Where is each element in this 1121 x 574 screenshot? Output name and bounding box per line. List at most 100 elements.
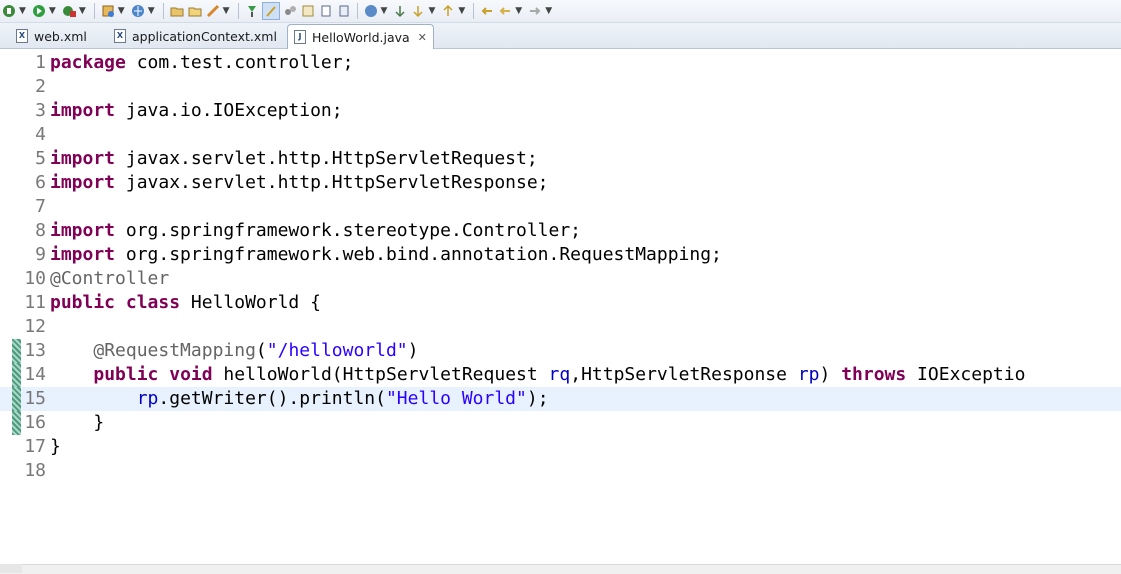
code-line[interactable]: 6 import javax.servlet.http.HttpServletRe… [0, 171, 1121, 195]
code-text: import org.springframework.web.bind.anno… [50, 243, 722, 267]
annotations-icon[interactable] [261, 2, 280, 20]
code-line[interactable]: 9 import org.springframework.web.bind.ann… [0, 243, 1121, 267]
keyword-token: public [93, 364, 159, 385]
code-line[interactable]: 8 import org.springframework.stereotype.C… [0, 219, 1121, 243]
code-line[interactable]: 14 public void helloWorld(HttpServletReq… [0, 363, 1121, 387]
code-token: } [50, 436, 61, 457]
back-icon[interactable] [497, 3, 513, 19]
code-line[interactable]: 7 [0, 195, 1121, 219]
code-line[interactable]: 18 [0, 459, 1121, 483]
keyword-token: import [50, 148, 116, 169]
code-text: import java.io.IOException; [50, 99, 343, 123]
debug-icon[interactable] [1, 3, 17, 19]
chevron-down-icon[interactable]: ▼ [19, 6, 26, 16]
new-server-icon[interactable] [100, 3, 116, 19]
last-edit-location-icon[interactable] [479, 3, 495, 19]
line-number: 6 [35, 172, 46, 193]
code-line[interactable]: 5 import javax.servlet.http.HttpServletRe… [0, 147, 1121, 171]
chevron-down-icon[interactable]: ▼ [148, 6, 155, 16]
mark-occurrences-icon[interactable] [282, 3, 298, 19]
chevron-down-icon[interactable]: ▼ [49, 6, 56, 16]
tab-web-xml[interactable]: X web.xml [16, 25, 87, 47]
line-number: 18 [24, 460, 46, 481]
code-line[interactable]: 11 public class HelloWorld { [0, 291, 1121, 315]
annotation-token: @Controller [50, 268, 170, 289]
line-number: 3 [35, 100, 46, 121]
external-tools-icon[interactable] [61, 3, 77, 19]
show-whitespace-icon[interactable] [300, 3, 316, 19]
code-line[interactable]: 3 import java.io.IOException; [0, 99, 1121, 123]
keyword-token: import [50, 244, 116, 265]
code-token: ); [526, 388, 549, 409]
open-type-icon[interactable] [169, 3, 185, 19]
xml-file-icon: X [114, 29, 126, 43]
code-text: public void helloWorld(HttpServletReques… [50, 363, 1025, 387]
code-line[interactable]: 12 [0, 315, 1121, 339]
close-icon[interactable]: ✕ [418, 31, 427, 44]
code-line[interactable]: 13 @RequestMapping("/helloworld") [0, 339, 1121, 363]
forward-icon[interactable] [527, 3, 543, 19]
code-token: com.test.controller; [125, 52, 354, 73]
code-line[interactable]: 17} [0, 435, 1121, 459]
keyword-token: public [50, 292, 116, 313]
quick-diff-marker[interactable] [12, 339, 21, 363]
code-line[interactable]: 4 [0, 123, 1121, 147]
quick-diff-marker[interactable] [12, 363, 21, 387]
code-editor[interactable]: 1 package com.test.controller; 2 3 import ja… [0, 49, 1121, 564]
code-text: @RequestMapping("/helloworld") [50, 339, 418, 363]
code-line[interactable]: 10 @Controller [0, 267, 1121, 291]
line-number: 9 [35, 244, 46, 265]
line-number: 12 [24, 316, 46, 337]
toolbar-separator [473, 3, 475, 19]
chevron-down-icon[interactable]: ▼ [428, 6, 435, 16]
code-line[interactable]: 15 rp.getWriter().println("Hello World")… [0, 387, 1121, 411]
code-token: ) [819, 364, 842, 385]
line-number: 1 [35, 52, 46, 73]
search-icon[interactable] [205, 3, 221, 19]
open-task-icon[interactable] [187, 3, 203, 19]
tab-helloworld-java[interactable]: J HelloWorld.java ✕ [287, 24, 434, 49]
paragraph-icon[interactable] [336, 3, 352, 19]
code-line[interactable]: 1 package com.test.controller; [0, 51, 1121, 75]
code-text: rp.getWriter().println("Hello World"); [50, 387, 549, 411]
chevron-down-icon[interactable]: ▼ [118, 6, 125, 16]
line-number: 11 [24, 292, 46, 313]
tab-label: HelloWorld.java [312, 29, 410, 45]
chevron-down-icon[interactable]: ▼ [223, 6, 230, 16]
code-token: org.springframework.stereotype.Controlle… [115, 220, 582, 241]
line-number: 14 [24, 364, 46, 385]
chevron-down-icon[interactable]: ▼ [381, 6, 388, 16]
code-token: ( [255, 340, 267, 361]
line-number: 4 [35, 124, 46, 145]
chevron-down-icon[interactable]: ▼ [458, 6, 465, 16]
chevron-down-icon[interactable]: ▼ [515, 6, 522, 16]
quick-diff-marker[interactable] [12, 411, 21, 435]
code-line[interactable]: 16 } [0, 411, 1121, 435]
run-icon[interactable] [31, 3, 47, 19]
web-browser-icon[interactable] [130, 3, 146, 19]
tab-application-context-xml[interactable]: X applicationContext.xml [114, 25, 277, 47]
globe-icon[interactable] [363, 3, 379, 19]
toolbar-group-open: ▼ [168, 3, 234, 19]
variable-token: rp [136, 388, 159, 409]
next-edit-icon[interactable] [410, 3, 426, 19]
toggle-markers-icon[interactable] [244, 3, 260, 19]
xml-file-icon: X [16, 29, 28, 43]
next-annotation-icon[interactable] [392, 3, 408, 19]
previous-edit-icon[interactable] [440, 3, 456, 19]
quick-diff-marker[interactable] [12, 387, 21, 411]
code-line[interactable]: 2 [0, 75, 1121, 99]
keyword-token: throws [841, 364, 907, 385]
editor-tab-bar: X web.xml X applicationContext.xml J Hel… [0, 23, 1121, 49]
code-text: } [50, 411, 104, 435]
code-text: import org.springframework.stereotype.Co… [50, 219, 581, 243]
block-selection-icon[interactable] [318, 3, 334, 19]
chevron-down-icon[interactable]: ▼ [79, 6, 86, 16]
line-number: 16 [24, 412, 46, 433]
chevron-down-icon[interactable]: ▼ [545, 6, 552, 16]
line-number: 15 [24, 388, 46, 409]
